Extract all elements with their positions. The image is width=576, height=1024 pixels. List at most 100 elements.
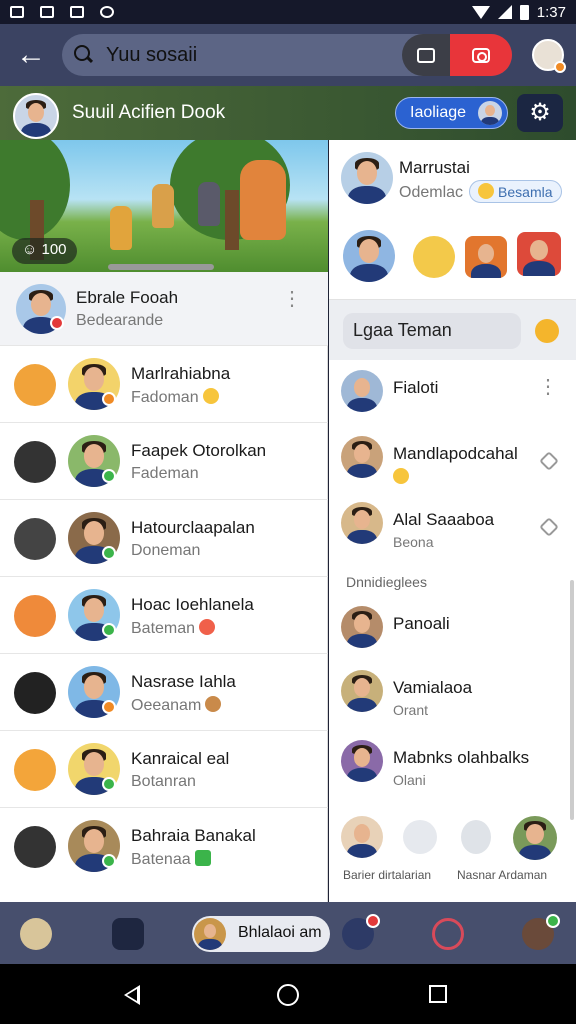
status-badge [102, 392, 116, 406]
status-badge [102, 623, 116, 637]
suggested-avatar[interactable] [403, 820, 437, 854]
suggested-avatar[interactable] [461, 820, 491, 854]
chat-subtitle: Oeeanam [131, 696, 222, 715]
avatar [341, 502, 383, 544]
profile-subtitle: Odemlac Besamla [399, 180, 562, 203]
chat-row[interactable]: Faapek Otorolkan Fademan [0, 423, 328, 500]
status-badge [554, 61, 566, 73]
group-avatar[interactable] [13, 93, 59, 139]
chat-subtitle: Botanran [131, 773, 196, 790]
notification-badge [546, 914, 560, 928]
contact-search-input[interactable]: Lgaa Teman [343, 313, 521, 349]
sticker-icon [14, 749, 56, 791]
profile-avatar-button[interactable] [532, 39, 566, 73]
profile-name: Marrustai [399, 158, 470, 177]
notification-icon [40, 6, 54, 18]
suggested-avatar[interactable] [341, 816, 383, 858]
side-panel: Marrustai Odemlac Besamla Lgaa Teman Fial… [329, 140, 576, 902]
search-confirm-button[interactable] [535, 319, 559, 343]
chat-row[interactable]: Hoac Ioehlanela Bateman [0, 577, 328, 654]
bottom-tab-bar: Bhlalaoi am [0, 902, 576, 964]
chat-subtitle: Fademan [131, 465, 199, 482]
tab-active[interactable]: Bhlalaoi am [192, 916, 330, 952]
contact-row[interactable]: Fialoti ⋮ [329, 370, 576, 436]
more-options-icon[interactable]: ⋮ [538, 377, 558, 397]
contact-row[interactable]: Mabnks olahbalks Olani [329, 740, 576, 806]
tag-avatar [478, 101, 502, 125]
search-bar[interactable]: Yuu sosaii [62, 34, 512, 76]
tab-label: Bhlalaoi am [238, 924, 322, 941]
suggested-avatar[interactable] [513, 816, 557, 860]
contact-avatar[interactable] [343, 230, 395, 282]
contact-subtitle: Orant [393, 702, 429, 718]
avatar[interactable] [341, 152, 393, 204]
chat-name: Nasrase Iahla [131, 672, 236, 691]
tab-groups[interactable] [112, 918, 144, 950]
chat-row[interactable]: Kanraical eal Botanran [0, 731, 328, 808]
tab-avatar [194, 918, 226, 950]
contact-name: Vamialaoa [393, 678, 473, 697]
nav-recents-icon[interactable] [429, 985, 447, 1003]
tag-button[interactable]: Iaoliage [395, 97, 508, 129]
chat-row[interactable]: Nasrase Iahla Oeeanam [0, 654, 328, 731]
avatar [341, 436, 383, 478]
chat-subtitle: Fadoman [131, 388, 219, 407]
group-banner-image[interactable]: ☺ 100 [0, 140, 328, 272]
suggested-label: Nasnar Ardaman [457, 868, 548, 882]
gear-icon: ⚙ [529, 99, 551, 126]
status-badge [102, 854, 116, 868]
sticker-icon [14, 364, 56, 406]
contact-name: Mandlapodcahal [393, 444, 518, 463]
avatar-small [14, 672, 56, 714]
chat-list: Ebrale Fooah Bedearande ⋮ Marlrahiabna F… [0, 272, 328, 902]
chat-name: Marlrahiabna [131, 364, 231, 383]
pin-icon[interactable] [539, 517, 559, 537]
emoji-icon [194, 850, 211, 866]
contact-row[interactable]: Alal Saaaboa Beona [329, 502, 576, 568]
chat-subtitle: Doneman [131, 542, 201, 559]
contact-row[interactable]: Panoali [329, 606, 576, 672]
avatar [341, 606, 383, 648]
chat-row[interactable]: Marlrahiabna Fadoman [0, 346, 328, 423]
chat-name: Kanraical eal [131, 749, 230, 768]
pinned-chat-row[interactable]: Ebrale Fooah Bedearande ⋮ [0, 272, 328, 346]
status-badge [102, 777, 116, 791]
tab-profile[interactable] [20, 918, 52, 950]
chat-subtitle: Bedearande [76, 312, 164, 329]
tab-account[interactable] [522, 914, 560, 950]
contact-avatar[interactable] [465, 236, 507, 278]
share-button[interactable] [402, 34, 450, 76]
notification-badge [366, 914, 380, 928]
tab-contacts[interactable] [342, 914, 380, 950]
notification-icon [100, 6, 114, 18]
tab-favorites[interactable] [432, 918, 464, 950]
settings-button[interactable]: ⚙ [517, 94, 563, 132]
wifi-icon [471, 5, 490, 19]
chat-name: Bahraia Banakal [131, 826, 256, 845]
contact-subtitle: Beona [393, 534, 434, 550]
group-header: Suuil Acifien Dook Iaoliage ⚙ [0, 86, 576, 140]
scrollbar[interactable] [570, 580, 574, 820]
back-button[interactable]: ← [0, 24, 62, 86]
avatar [341, 370, 383, 412]
nav-home-icon[interactable] [277, 984, 299, 1006]
pin-icon[interactable] [539, 451, 559, 471]
suggested-label: Barier dirtalarian [343, 868, 432, 882]
camera-button[interactable] [450, 34, 512, 76]
nav-back-icon[interactable] [124, 985, 140, 1005]
contact-avatar[interactable] [413, 236, 455, 278]
contact-avatar[interactable] [517, 232, 561, 276]
drag-handle[interactable] [108, 264, 214, 270]
chat-row[interactable]: Bahraia Banakal Batenaa [0, 808, 328, 885]
more-options-icon[interactable]: ⋮ [282, 289, 302, 309]
search-icon [74, 45, 94, 65]
chat-row[interactable]: Hatourclaapalan Doneman [0, 500, 328, 577]
contact-row[interactable]: Mandlapodcahal [329, 436, 576, 502]
search-input[interactable]: Yuu sosaii [106, 44, 197, 67]
notification-icon [70, 6, 84, 18]
screen: 1:37 ← Yuu sosaii Suuil Acifien Dook Iao… [0, 0, 576, 1024]
profile-tag[interactable]: Besamla [469, 180, 562, 203]
avatar [341, 670, 383, 712]
contact-row[interactable]: Vamialaoa Orant [329, 670, 576, 736]
chat-name: Hoac Ioehlanela [131, 595, 254, 614]
